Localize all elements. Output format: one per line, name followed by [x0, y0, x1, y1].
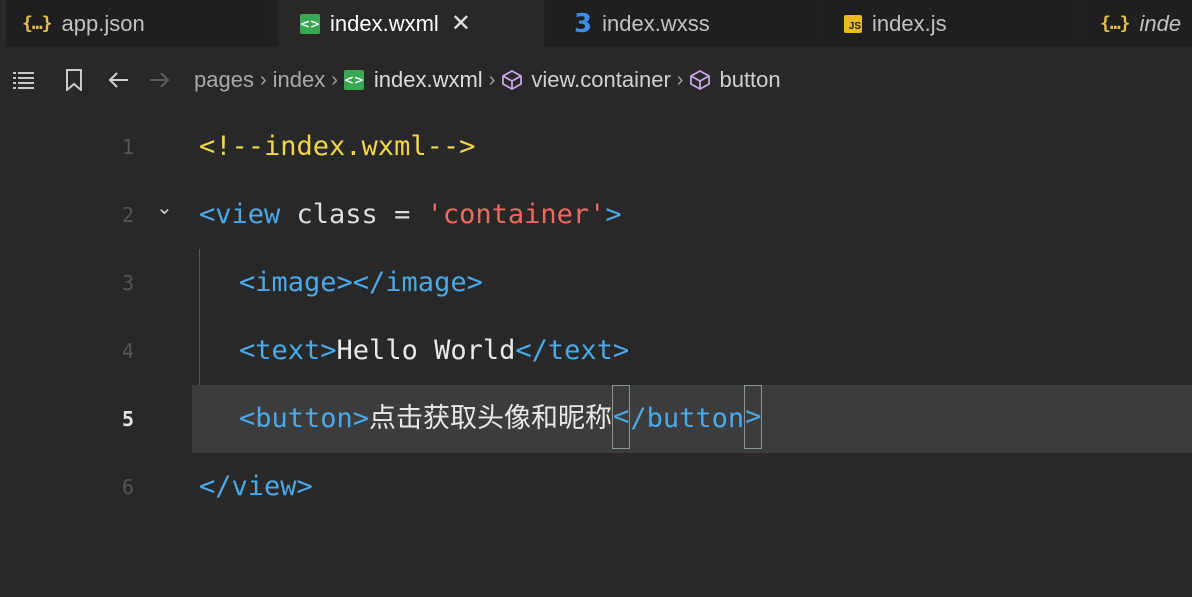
outline-list-icon[interactable] — [8, 64, 40, 96]
line-number: 5 — [121, 407, 134, 431]
chevron-right-icon: › — [331, 68, 338, 91]
wxml-file-icon: <> — [300, 13, 320, 34]
line-number: 6 — [121, 475, 134, 499]
tag-token: <view — [199, 199, 281, 230]
chevron-right-icon: › — [676, 68, 684, 91]
css-file-icon: 3 — [574, 8, 593, 39]
tab-label: index.wxss — [602, 10, 710, 36]
line-content: <!--index.wxml--> — [199, 113, 475, 181]
breadcrumb-button[interactable]: button — [689, 67, 781, 93]
chevron-right-icon: › — [259, 68, 267, 91]
text-token: 点击获取头像和昵称 — [369, 403, 613, 434]
close-icon[interactable]: ✕ — [451, 9, 471, 38]
breadcrumb-file-label: index.wxml — [373, 67, 483, 92]
line-number: 2 — [121, 203, 134, 227]
matched-bracket: < — [612, 385, 631, 449]
code-line[interactable]: 3 <image></image> — [6, 249, 1192, 317]
breadcrumb-symbol-label: view.container — [531, 67, 671, 92]
tag-token: <text> — [239, 335, 337, 366]
tag-token: <image></image> — [239, 267, 483, 298]
breadcrumb-pages[interactable]: pages — [194, 67, 254, 93]
breadcrumb-file[interactable]: <> index.wxml — [344, 67, 483, 93]
chevron-right-icon: › — [488, 68, 496, 91]
cube-icon — [502, 69, 523, 91]
line-content: </view> — [199, 453, 313, 521]
code-line[interactable]: 4 <text>Hello World</text> — [6, 317, 1192, 385]
line-number: 4 — [121, 339, 134, 363]
tag-token: </text> — [515, 335, 630, 366]
editor-window: {…} app.json <> index.wxml ✕ 3 index.wxs… — [6, 0, 1192, 597]
tag-token: <button> — [239, 403, 370, 434]
code-line[interactable]: 1 <!--index.wxml--> — [6, 113, 1192, 181]
tab-label: app.json — [61, 10, 145, 36]
text-token: Hello World — [336, 335, 516, 366]
code-line-current[interactable]: 5 <button>点击获取头像和昵称</button> — [6, 385, 1192, 453]
line-content: <text>Hello World</text> — [239, 317, 629, 385]
tab-label: index.js — [872, 10, 947, 36]
line-number: 3 — [121, 271, 134, 295]
breadcrumb-view-container[interactable]: view.container — [501, 67, 671, 93]
forward-arrow-icon[interactable] — [144, 64, 176, 96]
tab-index-json[interactable]: {…} inde — [1086, 0, 1192, 47]
chevron-down-icon[interactable]: ⌄ — [156, 195, 173, 219]
breadcrumb-bar: pages › index › <> index.wxml › view.con… — [6, 47, 1192, 113]
breadcrumb-symbol-label: button — [719, 67, 781, 92]
tab-index-js[interactable]: JS index.js — [824, 0, 1074, 47]
tab-label: index.wxml — [330, 10, 439, 36]
wxml-file-icon: <> — [344, 70, 364, 90]
string-token: 'container' — [426, 199, 606, 230]
code-line[interactable]: 6 </view> — [6, 453, 1192, 521]
cube-icon — [690, 69, 711, 91]
line-content: <image></image> — [239, 249, 483, 317]
tag-token: /button — [630, 403, 745, 434]
tab-index-wxml[interactable]: <> index.wxml ✕ — [278, 0, 544, 47]
code-editor[interactable]: 1 <!--index.wxml--> 2 ⌄ <view class = 'c… — [6, 113, 1192, 597]
matched-bracket: > — [744, 385, 763, 449]
bookmark-icon[interactable] — [58, 64, 90, 96]
line-content: <view class = 'container'> — [199, 181, 622, 249]
tab-label: inde — [1139, 10, 1182, 36]
comment-token: <!--index.wxml--> — [199, 131, 476, 162]
back-arrow-icon[interactable] — [102, 64, 134, 96]
breadcrumb-index[interactable]: index — [273, 67, 326, 93]
tag-token: </view> — [199, 471, 313, 502]
line-content: <button>点击获取头像和昵称</button> — [239, 385, 763, 453]
tab-bar: {…} app.json <> index.wxml ✕ 3 index.wxs… — [6, 0, 1192, 47]
tab-app-json[interactable]: {…} app.json — [6, 0, 268, 47]
code-line[interactable]: 2 ⌄ <view class = 'container'> — [6, 181, 1192, 249]
tag-token: > — [605, 199, 622, 230]
json-braces-icon: {…} — [1100, 13, 1130, 34]
js-file-icon: JS — [844, 14, 862, 33]
json-braces-icon: {…} — [22, 13, 52, 34]
line-number: 1 — [121, 135, 134, 159]
attr-token: class = — [280, 199, 427, 230]
tab-index-wxss[interactable]: 3 index.wxss — [554, 0, 814, 47]
